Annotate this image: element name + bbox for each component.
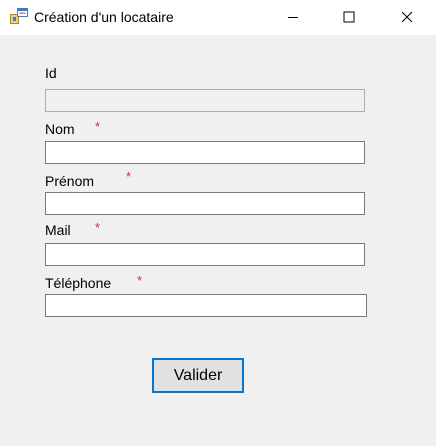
mail-field[interactable] bbox=[45, 243, 365, 266]
minimize-icon bbox=[288, 17, 298, 18]
close-icon bbox=[401, 11, 413, 23]
nom-required-marker: * bbox=[95, 119, 101, 134]
winforms-app-icon bbox=[10, 8, 28, 24]
maximize-icon bbox=[343, 11, 355, 23]
telephone-field[interactable] bbox=[45, 294, 367, 317]
minimize-button[interactable] bbox=[270, 0, 316, 34]
nom-field[interactable] bbox=[45, 141, 365, 164]
mail-label: Mail bbox=[45, 222, 71, 238]
dialog-window: Création d'un locataire Id Nom * Prénom … bbox=[0, 0, 436, 446]
nom-label: Nom bbox=[45, 121, 75, 137]
close-button[interactable] bbox=[384, 0, 430, 34]
maximize-button[interactable] bbox=[326, 0, 372, 34]
title-bar[interactable]: Création d'un locataire bbox=[0, 0, 436, 35]
id-label: Id bbox=[45, 65, 57, 81]
telephone-label: Téléphone bbox=[45, 275, 112, 291]
window-title: Création d'un locataire bbox=[34, 9, 174, 25]
prenom-label: Prénom bbox=[45, 173, 95, 189]
prenom-required-marker: * bbox=[126, 169, 132, 184]
telephone-required-marker: * bbox=[137, 273, 143, 288]
id-field[interactable] bbox=[45, 89, 365, 112]
valider-button[interactable]: Valider bbox=[152, 358, 244, 393]
prenom-field[interactable] bbox=[45, 192, 365, 215]
mail-required-marker: * bbox=[95, 220, 101, 235]
